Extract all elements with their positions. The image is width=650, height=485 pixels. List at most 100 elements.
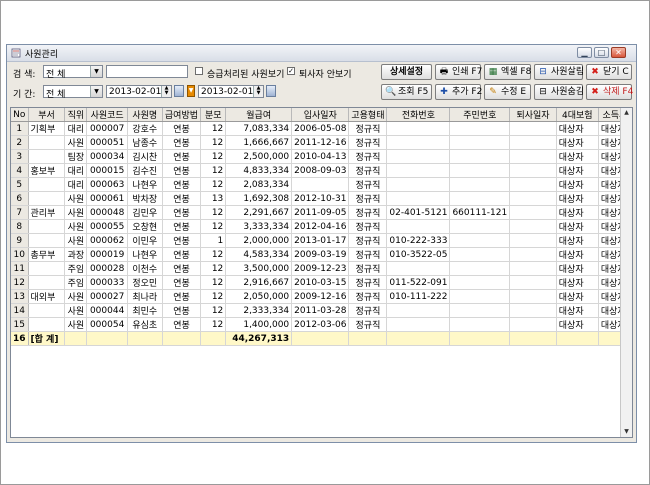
table-cell[interactable]: 011-522-091 [386,275,451,290]
table-cell[interactable]: 대리 [64,163,88,178]
table-cell[interactable] [28,233,66,248]
table-cell[interactable]: 정규직 [348,191,388,206]
table-cell[interactable]: 000044 [86,303,128,318]
table-cell[interactable]: 정규직 [348,289,388,304]
table-cell[interactable]: 10 [11,247,29,262]
table-cell[interactable] [449,303,511,318]
table-cell[interactable] [449,261,511,276]
table-cell[interactable]: 660111-121 [449,205,511,220]
table-cell[interactable]: 홍보부 [28,163,66,178]
excel-button[interactable]: ▦ 엑셀 F8 [484,64,531,80]
table-cell[interactable]: 주임 [64,261,88,276]
table-cell[interactable]: 최민수 [127,303,163,318]
table-cell[interactable]: 000048 [86,205,128,220]
table-cell[interactable]: 8 [11,219,29,234]
table-cell[interactable]: 2,916,667 [225,275,293,290]
table-cell[interactable]: 3,333,334 [225,219,293,234]
table-cell[interactable]: 2012-10-31 [291,191,350,206]
table-cell[interactable]: 2,083,334 [225,177,293,192]
table-cell[interactable] [386,149,451,164]
table-cell[interactable]: 최나라 [127,289,163,304]
table-cell[interactable]: 대상자 [556,177,599,192]
table-cell[interactable] [509,163,557,178]
table-cell[interactable]: 나현우 [127,177,163,192]
table-cell[interactable]: 정규직 [348,261,388,276]
table-cell[interactable] [509,191,557,206]
table-cell[interactable]: 12 [200,121,227,136]
table-cell[interactable]: 000051 [86,135,128,150]
table-cell[interactable]: 연봉 [162,177,202,192]
search-input[interactable] [106,65,188,78]
table-cell[interactable]: 000062 [86,233,128,248]
table-cell[interactable]: 12 [200,289,227,304]
scroll-up-icon[interactable]: ▲ [621,108,632,118]
table-cell[interactable]: 정규직 [348,149,388,164]
period-scope-select[interactable]: 전 체 ▼ [43,85,103,100]
table-cell[interactable]: 대상자 [556,247,599,262]
table-cell[interactable]: 대상자 [556,261,599,276]
table-cell[interactable] [449,219,511,234]
table-cell[interactable]: 2011-12-16 [291,135,350,150]
table-cell[interactable]: 강호수 [127,121,163,136]
table-cell[interactable]: 13 [200,191,227,206]
table-cell[interactable]: 2010-04-13 [291,149,350,164]
table-cell[interactable]: 1,400,000 [225,317,293,332]
table-cell[interactable]: 2,050,000 [225,289,293,304]
table-cell[interactable] [449,149,511,164]
table-cell[interactable] [509,303,557,318]
table-cell[interactable]: 정규직 [348,135,388,150]
column-header[interactable]: 4대보험 [556,108,599,122]
table-cell[interactable]: 연봉 [162,303,202,318]
table-cell[interactable]: 6 [11,191,29,206]
column-header[interactable]: 주민번호 [449,108,511,122]
calendar-to-button[interactable] [266,85,276,97]
hide-retired-checkbox[interactable]: ✓ [287,67,295,75]
table-cell[interactable]: 2009-12-16 [291,289,350,304]
hide-employee-button[interactable]: ⊟ 사원숨김 [534,84,584,100]
table-cell[interactable] [386,261,451,276]
table-cell[interactable] [509,317,557,332]
table-cell[interactable]: 000027 [86,289,128,304]
table-row[interactable]: 1 기획부 대리 000007 강호수 연봉 12 7,083,334 2006-05-08 정규… [11,121,632,136]
table-row[interactable]: 4 홍보부 대리 000015 김수진 연봉 12 4,833,334 2008-09-03 정규… [11,163,632,178]
table-cell[interactable]: 15 [11,317,29,332]
table-cell[interactable] [291,177,350,192]
table-cell[interactable]: 010-3522-05 [386,247,451,262]
table-cell[interactable]: 사원 [64,233,88,248]
table-cell[interactable]: 오창현 [127,219,163,234]
table-cell[interactable]: 12 [200,177,227,192]
table-cell[interactable]: 5 [11,177,29,192]
table-cell[interactable]: 4,583,334 [225,247,293,262]
table-cell[interactable]: 연봉 [162,149,202,164]
table-cell[interactable]: 연봉 [162,219,202,234]
close-button[interactable]: ✖ 닫기 C [586,64,632,80]
table-cell[interactable]: 연봉 [162,261,202,276]
table-cell[interactable]: 12 [200,317,227,332]
column-header[interactable]: 입사일자 [291,108,350,122]
table-cell[interactable] [386,163,451,178]
table-cell[interactable]: 2,000,000 [225,233,293,248]
table-cell[interactable] [449,163,511,178]
table-cell[interactable]: 대상자 [556,135,599,150]
table-cell[interactable]: 010-222-333 [386,233,451,248]
table-cell[interactable]: 2012-04-16 [291,219,350,234]
table-cell[interactable]: 이천수 [127,261,163,276]
table-cell[interactable]: 유심초 [127,317,163,332]
table-row[interactable]: 8 사원 000055 오창현 연봉 12 3,333,334 2012-04-16 정규직 대상… [11,219,632,234]
table-cell[interactable]: 2,291,667 [225,205,293,220]
close-window-button[interactable]: ✕ [611,47,626,58]
table-cell[interactable]: 12 [200,303,227,318]
table-cell[interactable] [28,177,66,192]
table-cell[interactable]: 대상자 [556,121,599,136]
column-header[interactable]: 급여방법 [162,108,202,122]
table-cell[interactable]: 000007 [86,121,128,136]
table-cell[interactable]: 2013-01-17 [291,233,350,248]
table-cell[interactable]: 1,666,667 [225,135,293,150]
table-cell[interactable]: 대상자 [556,149,599,164]
table-cell[interactable] [509,121,557,136]
table-cell[interactable] [449,135,511,150]
table-cell[interactable]: 연봉 [162,191,202,206]
table-cell[interactable] [449,233,511,248]
table-cell[interactable]: 대상자 [556,191,599,206]
table-cell[interactable]: 정규직 [348,275,388,290]
